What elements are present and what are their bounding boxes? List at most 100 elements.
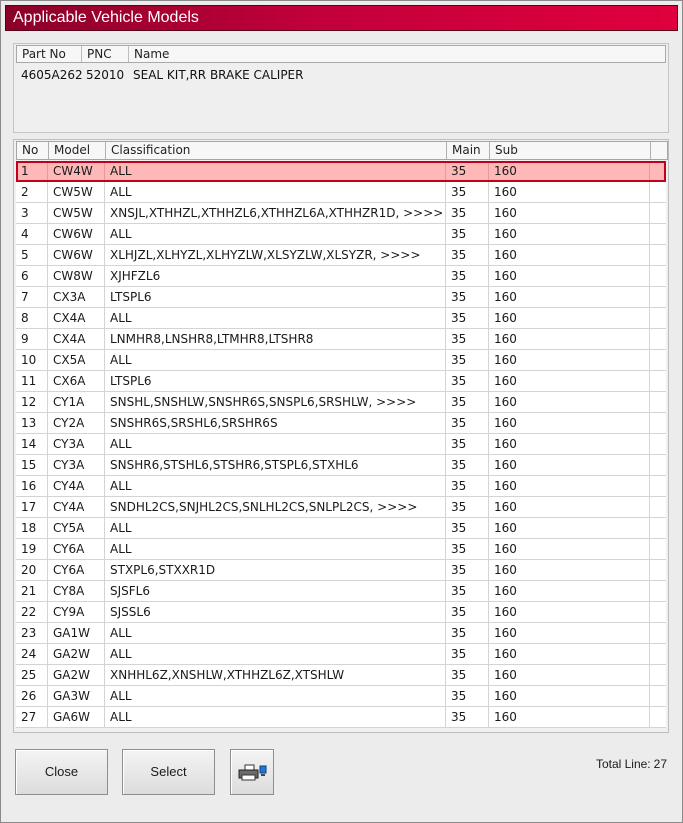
row-sub: 160 — [489, 686, 650, 706]
row-model: CY6A — [48, 539, 105, 559]
table-row[interactable]: 25 GA2W XNHHL6Z,XNSHLW,XTHHZL6Z,XTSHLW 35 16… — [16, 665, 666, 686]
column-header-main[interactable]: Main — [447, 142, 490, 159]
table-row[interactable]: 1 CW4W ALL 35 160 — [16, 161, 666, 182]
row-no: 4 — [16, 224, 48, 244]
row-sub: 160 — [489, 476, 650, 496]
row-sub: 160 — [489, 434, 650, 454]
vehicle-models-grid: No Model Classification Main Sub 1 CW4W AL… — [13, 139, 669, 733]
table-row[interactable]: 10 CX5A ALL 35 160 — [16, 350, 666, 371]
table-row[interactable]: 18 CY5A ALL 35 160 — [16, 518, 666, 539]
row-classification: ALL — [105, 539, 446, 559]
row-no: 1 — [16, 161, 48, 181]
close-button[interactable]: Close — [15, 749, 108, 795]
table-row[interactable]: 16 CY4A ALL 35 160 — [16, 476, 666, 497]
row-no: 16 — [16, 476, 48, 496]
row-filler — [650, 245, 666, 265]
table-row[interactable]: 9 CX4A LNMHR8,LNSHR8,LTMHR8,LTSHR8 35 160 — [16, 329, 666, 350]
row-sub: 160 — [489, 371, 650, 391]
table-row[interactable]: 7 CX3A LTSPL6 35 160 — [16, 287, 666, 308]
table-row[interactable]: 5 CW6W XLHJZL,XLHYZL,XLHYZLW,XLSYZLW,XLSYZ… — [16, 245, 666, 266]
table-row[interactable]: 3 CW5W XNSJL,XTHHZL,XTHHZL6,XTHHZL6A,XTHHZ… — [16, 203, 666, 224]
row-classification: LTSPL6 — [105, 287, 446, 307]
table-row[interactable]: 2 CW5W ALL 35 160 — [16, 182, 666, 203]
part-info-panel: Part No PNC Name 4605A262 52010 SEAL KIT… — [13, 43, 669, 133]
row-no: 3 — [16, 203, 48, 223]
row-main: 35 — [446, 392, 489, 412]
row-model: GA2W — [48, 665, 105, 685]
row-classification: SJSSL6 — [105, 602, 446, 622]
table-row[interactable]: 26 GA3W ALL 35 160 — [16, 686, 666, 707]
column-header-classification[interactable]: Classification — [106, 142, 447, 159]
table-row[interactable]: 12 CY1A SNSHL,SNSHLW,SNSHR6S,SNSPL6,SRSHLW… — [16, 392, 666, 413]
row-sub: 160 — [489, 560, 650, 580]
row-sub: 160 — [489, 707, 650, 727]
row-filler — [650, 392, 666, 412]
row-sub: 160 — [489, 665, 650, 685]
part-info-row[interactable]: 4605A262 52010 SEAL KIT,RR BRAKE CALIPER — [16, 66, 666, 84]
total-line-label: Total Line: — [595, 757, 651, 771]
row-no: 20 — [16, 560, 48, 580]
row-model: CX4A — [48, 329, 105, 349]
row-no: 23 — [16, 623, 48, 643]
pnc-value: 52010 — [86, 68, 125, 82]
row-filler — [650, 350, 666, 370]
row-no: 7 — [16, 287, 48, 307]
table-row[interactable]: 22 CY9A SJSSL6 35 160 — [16, 602, 666, 623]
row-no: 13 — [16, 413, 48, 433]
table-row[interactable]: 23 GA1W ALL 35 160 — [16, 623, 666, 644]
window-title: Applicable Vehicle Models — [5, 5, 678, 31]
header-part-no[interactable]: Part No — [17, 46, 82, 62]
row-no: 22 — [16, 602, 48, 622]
row-main: 35 — [446, 455, 489, 475]
table-row[interactable]: 8 CX4A ALL 35 160 — [16, 308, 666, 329]
row-filler — [650, 644, 666, 664]
table-row[interactable]: 21 CY8A SJSFL6 35 160 — [16, 581, 666, 602]
table-row[interactable]: 14 CY3A ALL 35 160 — [16, 434, 666, 455]
table-row[interactable]: 11 CX6A LTSPL6 35 160 — [16, 371, 666, 392]
row-filler — [650, 308, 666, 328]
row-no: 2 — [16, 182, 48, 202]
total-line: Total Line: 27 — [593, 757, 667, 771]
row-classification: ALL — [105, 623, 446, 643]
grid-header: No Model Classification Main Sub — [16, 141, 668, 160]
column-header-model[interactable]: Model — [49, 142, 106, 159]
table-row[interactable]: 24 GA2W ALL 35 160 — [16, 644, 666, 665]
row-model: CY1A — [48, 392, 105, 412]
column-header-no[interactable]: No — [17, 142, 49, 159]
table-row[interactable]: 4 CW6W ALL 35 160 — [16, 224, 666, 245]
row-classification: ALL — [105, 518, 446, 538]
row-no: 10 — [16, 350, 48, 370]
row-model: CX3A — [48, 287, 105, 307]
table-row[interactable]: 27 GA6W ALL 35 160 — [16, 707, 666, 728]
row-model: CY8A — [48, 581, 105, 601]
row-no: 27 — [16, 707, 48, 727]
part-info-header: Part No PNC Name — [16, 45, 666, 63]
row-main: 35 — [446, 560, 489, 580]
row-classification: SJSFL6 — [105, 581, 446, 601]
table-row[interactable]: 15 CY3A SNSHR6,STSHL6,STSHR6,STSPL6,STXHL6… — [16, 455, 666, 476]
row-filler — [650, 581, 666, 601]
row-filler — [650, 371, 666, 391]
select-button[interactable]: Select — [122, 749, 215, 795]
row-classification: ALL — [105, 308, 446, 328]
column-header-sub[interactable]: Sub — [490, 142, 651, 159]
row-no: 9 — [16, 329, 48, 349]
table-row[interactable]: 20 CY6A STXPL6,STXXR1D 35 160 — [16, 560, 666, 581]
row-main: 35 — [446, 665, 489, 685]
row-model: CY4A — [48, 476, 105, 496]
table-row[interactable]: 6 CW8W XJHFZL6 35 160 — [16, 266, 666, 287]
table-row[interactable]: 19 CY6A ALL 35 160 — [16, 539, 666, 560]
row-classification: SNSHL,SNSHLW,SNSHR6S,SNSPL6,SRSHLW, >>>> — [105, 392, 446, 412]
row-main: 35 — [446, 245, 489, 265]
row-main: 35 — [446, 434, 489, 454]
row-filler — [650, 161, 666, 181]
print-button[interactable] — [230, 749, 274, 795]
row-main: 35 — [446, 266, 489, 286]
row-main: 35 — [446, 413, 489, 433]
row-model: CY2A — [48, 413, 105, 433]
header-name[interactable]: Name — [129, 46, 665, 62]
table-row[interactable]: 17 CY4A SNDHL2CS,SNJHL2CS,SNLHL2CS,SNLPL2C… — [16, 497, 666, 518]
row-filler — [650, 287, 666, 307]
header-pnc[interactable]: PNC — [82, 46, 129, 62]
table-row[interactable]: 13 CY2A SNSHR6S,SRSHL6,SRSHR6S 35 160 — [16, 413, 666, 434]
